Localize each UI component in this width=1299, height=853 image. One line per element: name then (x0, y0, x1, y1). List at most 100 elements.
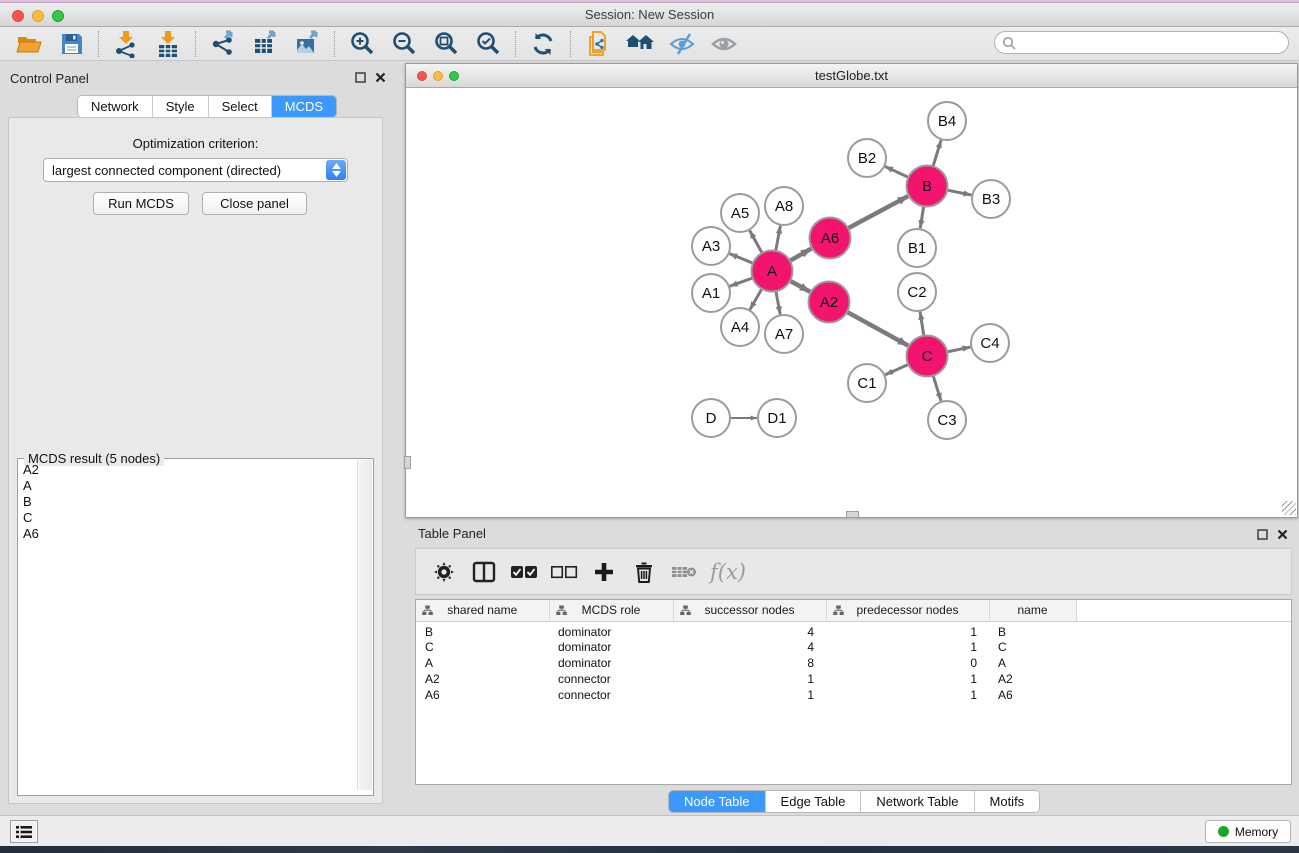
graph-edge[interactable] (730, 277, 755, 286)
mcds-result-item[interactable]: A6 (23, 526, 355, 542)
mcds-result-item[interactable]: A (23, 478, 355, 494)
tab-select[interactable]: Select (209, 96, 272, 117)
save-session-icon[interactable] (55, 29, 87, 59)
column-header[interactable]: predecessor nodes (826, 600, 989, 621)
table-row[interactable]: A6connector11A6 (416, 687, 1292, 703)
table-options-gear-icon[interactable] (426, 555, 462, 589)
graph-node-label: B1 (908, 240, 926, 257)
mcds-result-list[interactable]: A2ABCA6 (19, 462, 355, 542)
search-field[interactable] (994, 31, 1289, 54)
add-column-icon[interactable] (586, 555, 622, 589)
open-file-icon[interactable] (13, 29, 45, 59)
close-panel-button[interactable]: Close panel (202, 192, 307, 215)
close-panel-icon[interactable] (375, 72, 386, 83)
zoom-out-icon[interactable] (388, 29, 420, 59)
tab-style[interactable]: Style (153, 96, 209, 117)
graph-edge[interactable] (846, 196, 908, 229)
column-header[interactable]: successor nodes (673, 600, 826, 621)
graph-edge[interactable] (775, 226, 780, 253)
optimization-criterion-select[interactable]: largest connected component (directed) (43, 158, 348, 182)
network-resize-grip[interactable] (1282, 501, 1296, 515)
show-all-eye-icon[interactable] (708, 29, 740, 59)
tab-network[interactable]: Network (78, 96, 153, 117)
table-row[interactable]: Bdominator41B (416, 621, 1292, 639)
graph-edge[interactable] (788, 280, 810, 292)
import-network-icon[interactable] (110, 29, 142, 59)
network-close-button[interactable] (417, 71, 427, 81)
run-mcds-button[interactable]: Run MCDS (93, 192, 189, 215)
selected-option: largest connected component (directed) (52, 163, 281, 178)
network-v-scroll-thumb[interactable] (404, 456, 411, 469)
task-history-button[interactable] (10, 820, 38, 843)
import-table-icon[interactable] (152, 29, 184, 59)
column-header[interactable]: shared name (416, 600, 549, 621)
export-image-icon[interactable] (291, 29, 323, 59)
graph-node-label: A8 (775, 198, 793, 215)
graph-edge[interactable] (845, 311, 908, 346)
graph-edge[interactable] (750, 287, 763, 310)
float-panel-icon[interactable] (355, 72, 366, 83)
network-window-titlebar[interactable]: testGlobe.txt (406, 64, 1297, 88)
delete-column-trash-icon[interactable] (626, 555, 662, 589)
graph-edge[interactable] (945, 347, 970, 352)
control-panel-title: Control Panel (10, 71, 89, 86)
graph-edge[interactable] (945, 190, 971, 195)
network-maximize-button[interactable] (449, 71, 459, 81)
mcds-result-item[interactable]: B (23, 494, 355, 510)
graph-edge[interactable] (730, 254, 755, 264)
graph-edge[interactable] (920, 204, 924, 228)
memory-button[interactable]: Memory (1205, 820, 1291, 843)
main-toolbar (0, 27, 1299, 61)
mcds-result-scrollbar[interactable] (357, 460, 372, 790)
home-icon[interactable] (624, 29, 656, 59)
network-minimize-button[interactable] (433, 71, 443, 81)
tab-network-table[interactable]: Network Table (861, 791, 974, 812)
tab-node-table[interactable]: Node Table (669, 791, 766, 812)
zoom-selected-icon[interactable] (472, 29, 504, 59)
network-canvas[interactable]: AA1A3A4A5A7A8A6A2BB1B2B3B4CC1C2C3C4DD1 (406, 88, 1297, 516)
hide-selected-eye-icon[interactable] (666, 29, 698, 59)
graph-edge[interactable] (885, 166, 910, 178)
float-table-panel-icon[interactable] (1257, 529, 1268, 540)
toolbar-separator (570, 31, 571, 57)
mcds-result-item[interactable]: A2 (23, 462, 355, 478)
graph-edge[interactable] (920, 312, 924, 338)
graph-node-label: B3 (982, 191, 1000, 208)
function-builder-icon[interactable]: f(x) (710, 560, 746, 584)
close-table-panel-icon[interactable] (1277, 529, 1288, 540)
node-table[interactable]: shared nameMCDS rolesuccessor nodesprede… (415, 599, 1292, 785)
column-header[interactable]: name (989, 600, 1076, 621)
graph-edge[interactable] (788, 249, 811, 262)
new-session-icon[interactable] (582, 29, 614, 59)
table-row[interactable]: A2connector11A2 (416, 671, 1292, 687)
network-h-scroll-thumb[interactable] (846, 511, 859, 518)
tab-motifs[interactable]: Motifs (975, 791, 1040, 812)
zoom-fit-icon[interactable] (430, 29, 462, 59)
mcds-result-item[interactable]: C (23, 510, 355, 526)
graph-node-label: D1 (767, 410, 786, 427)
zoom-in-icon[interactable] (346, 29, 378, 59)
export-network-icon[interactable] (207, 29, 239, 59)
table-row[interactable]: Adominator80A (416, 655, 1292, 671)
column-view-icon[interactable] (466, 555, 502, 589)
tab-edge-table[interactable]: Edge Table (766, 791, 862, 812)
graph-edge[interactable] (775, 289, 780, 314)
export-table-icon[interactable] (249, 29, 281, 59)
maximize-window-button[interactable] (52, 10, 64, 22)
column-header[interactable]: MCDS role (549, 600, 673, 621)
tab-mcds[interactable]: MCDS (272, 96, 336, 117)
graph-edge[interactable] (750, 231, 763, 255)
graph-edge[interactable] (932, 140, 941, 168)
graph-edge[interactable] (933, 374, 942, 401)
network-graph[interactable]: AA1A3A4A5A7A8A6A2BB1B2B3B4CC1C2C3C4DD1 (406, 88, 1297, 516)
close-window-button[interactable] (12, 10, 24, 22)
search-input[interactable] (1021, 35, 1271, 50)
deselect-all-icon[interactable] (546, 555, 582, 589)
delete-table-icon[interactable] (666, 555, 702, 589)
desktop-wallpaper-bottom (0, 846, 1299, 853)
refresh-icon[interactable] (527, 29, 559, 59)
table-row[interactable]: Cdominator41C (416, 639, 1292, 655)
graph-edge[interactable] (885, 364, 910, 375)
minimize-window-button[interactable] (32, 10, 44, 22)
select-all-icon[interactable] (506, 555, 542, 589)
